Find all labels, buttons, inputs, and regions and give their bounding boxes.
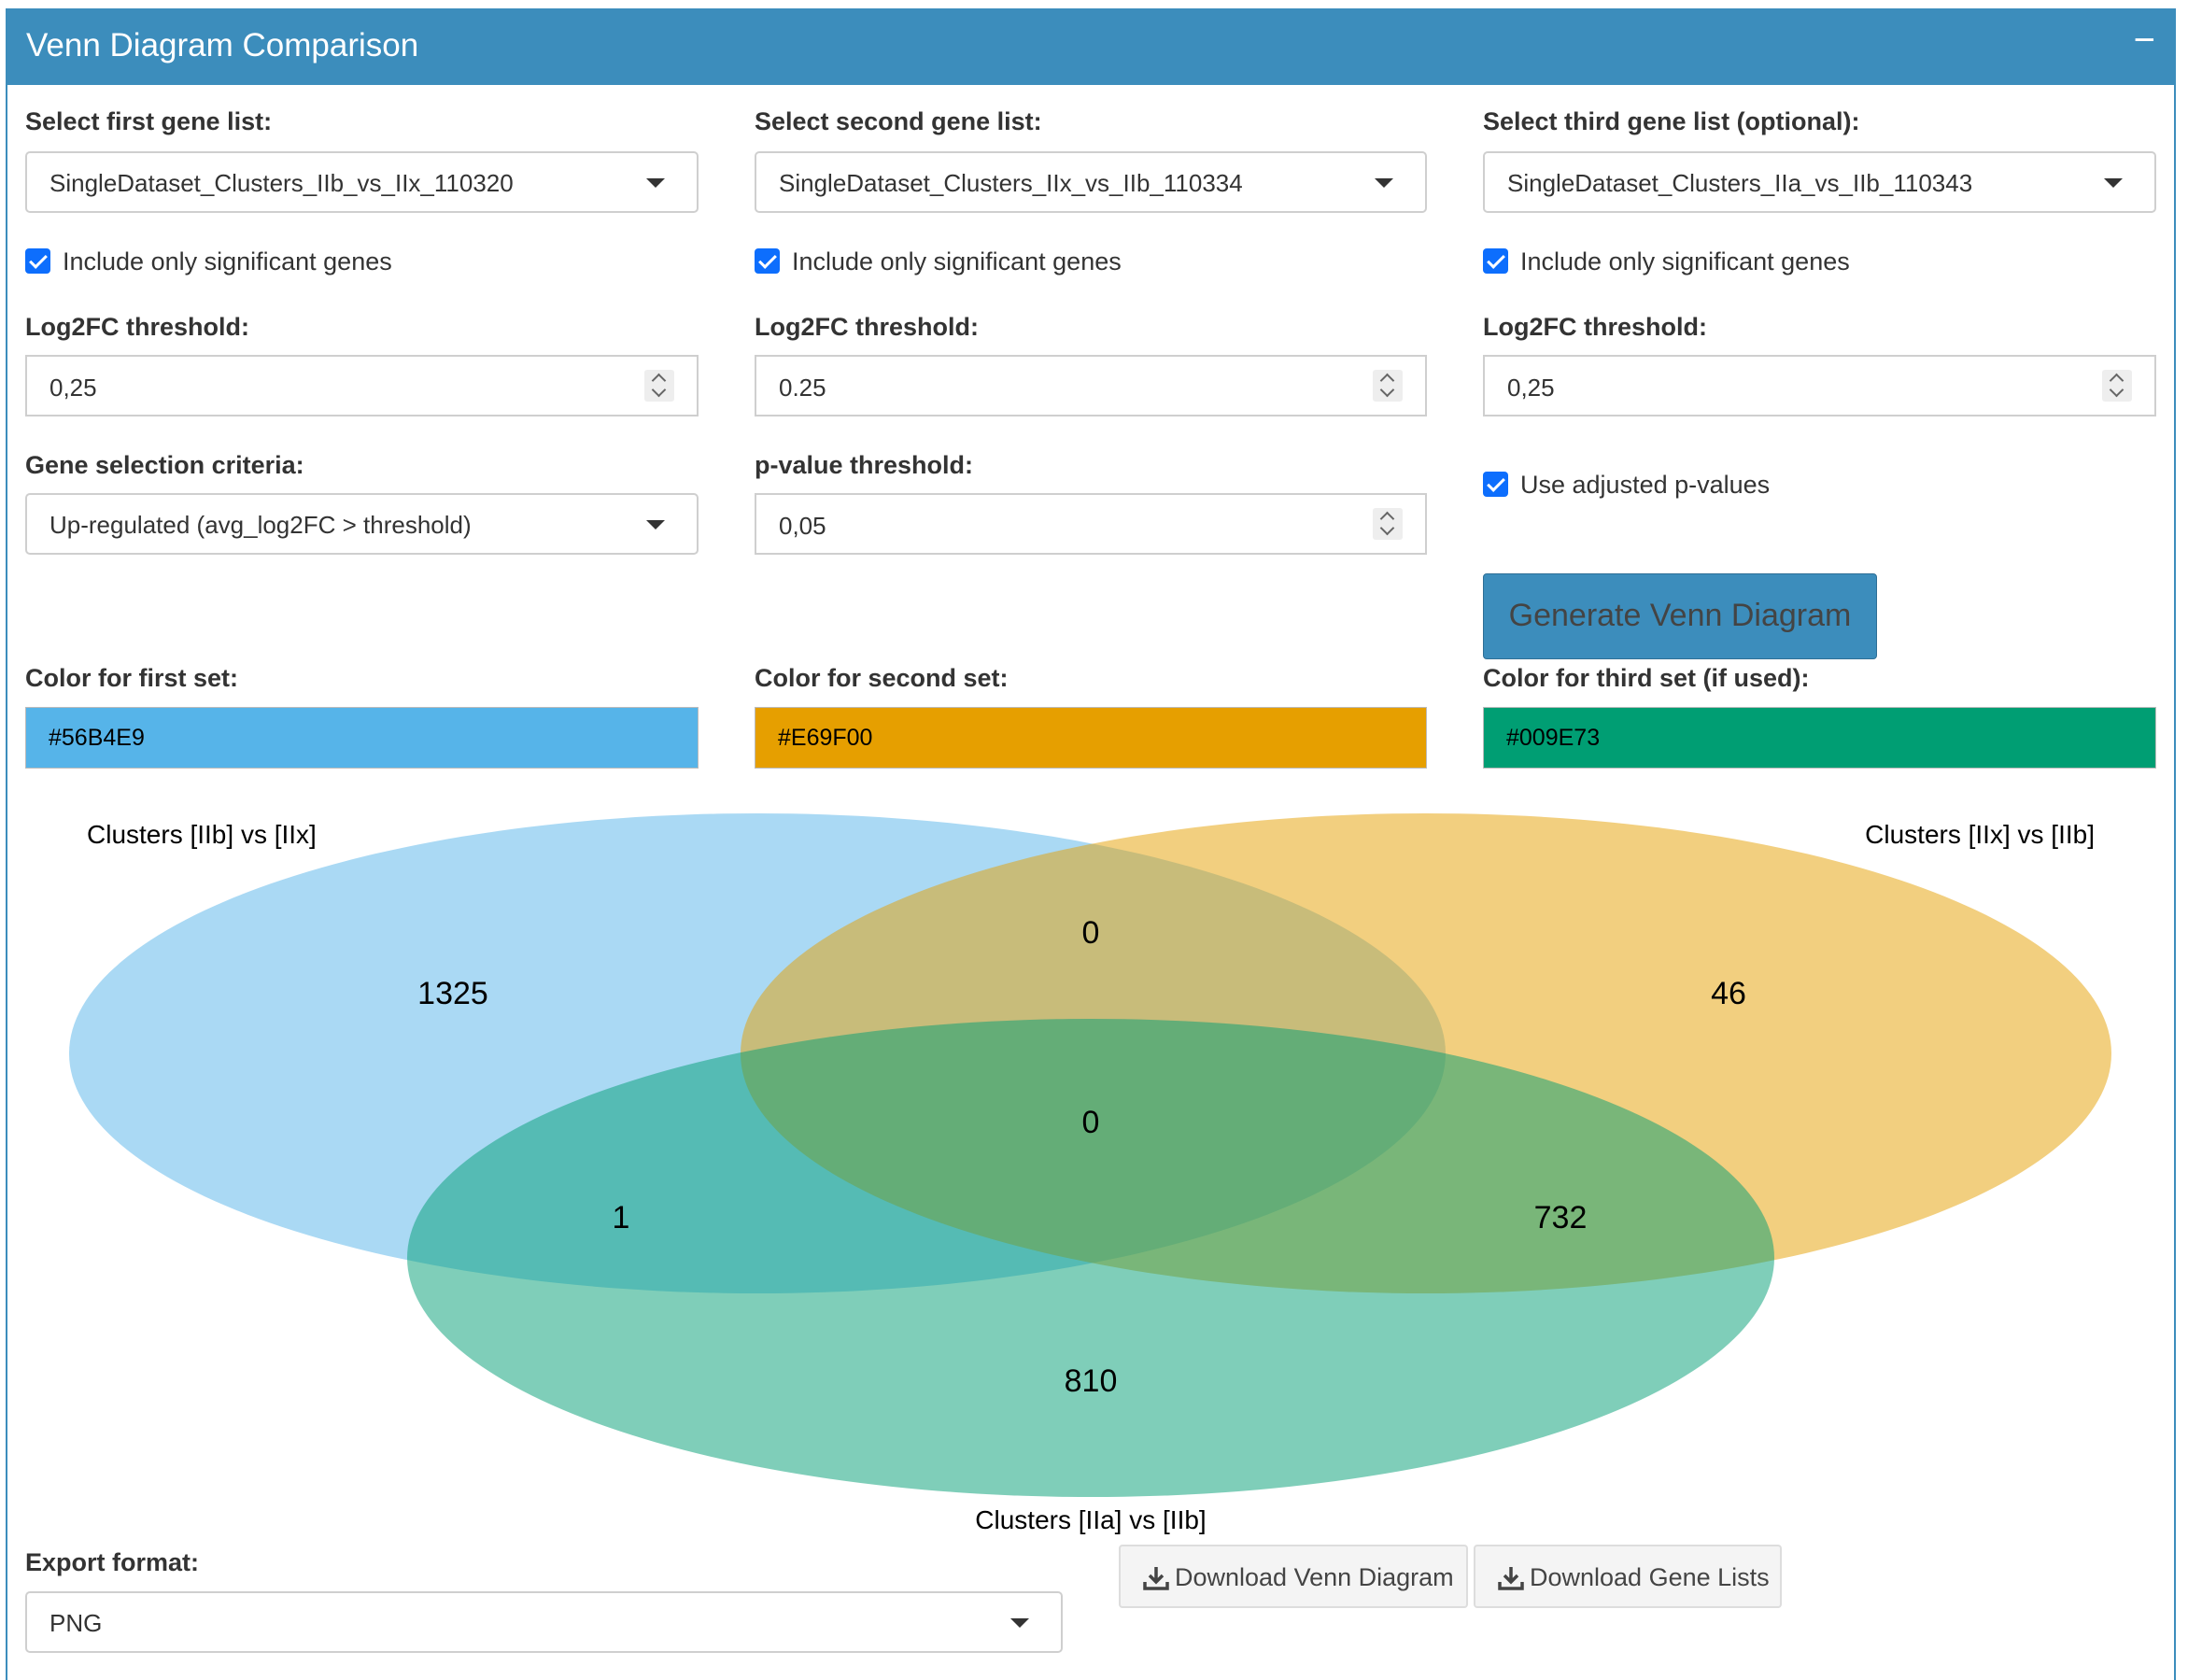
venn-count-bc: 732 bbox=[1534, 1200, 1588, 1235]
export-format-select[interactable]: PNG bbox=[25, 1591, 1063, 1653]
venn-label-a: Clusters [IIb] vs [IIx] bbox=[87, 820, 317, 849]
venn-label-c: Clusters [IIa] vs [IIb] bbox=[975, 1505, 1206, 1534]
download-gene-lists-label: Download Gene Lists bbox=[1530, 1563, 1770, 1591]
venn-count-abc: 0 bbox=[1082, 1105, 1100, 1140]
download-venn-label: Download Venn Diagram bbox=[1175, 1563, 1454, 1591]
venn-count-c-only: 810 bbox=[1065, 1363, 1118, 1399]
caret-down-icon bbox=[1010, 1618, 1029, 1628]
venn-set-c bbox=[407, 1019, 1774, 1497]
venn-count-ac: 1 bbox=[613, 1200, 630, 1235]
export-format-value: PNG bbox=[49, 1609, 103, 1637]
venn-count-b-only: 46 bbox=[1711, 976, 1746, 1011]
venn-diagram: Clusters [IIb] vs [IIx] Clusters [IIx] v… bbox=[69, 813, 2111, 1534]
download-venn-button[interactable]: Download Venn Diagram bbox=[1119, 1545, 1468, 1608]
venn-label-b: Clusters [IIx] vs [IIb] bbox=[1865, 820, 2095, 849]
venn-count-ab: 0 bbox=[1082, 915, 1100, 951]
venn-count-a-only: 1325 bbox=[417, 976, 488, 1011]
download-icon bbox=[1143, 1567, 1169, 1590]
export-format-label: Export format: bbox=[25, 1548, 200, 1576]
download-icon bbox=[1498, 1567, 1524, 1590]
download-gene-lists-button[interactable]: Download Gene Lists bbox=[1474, 1545, 1782, 1608]
